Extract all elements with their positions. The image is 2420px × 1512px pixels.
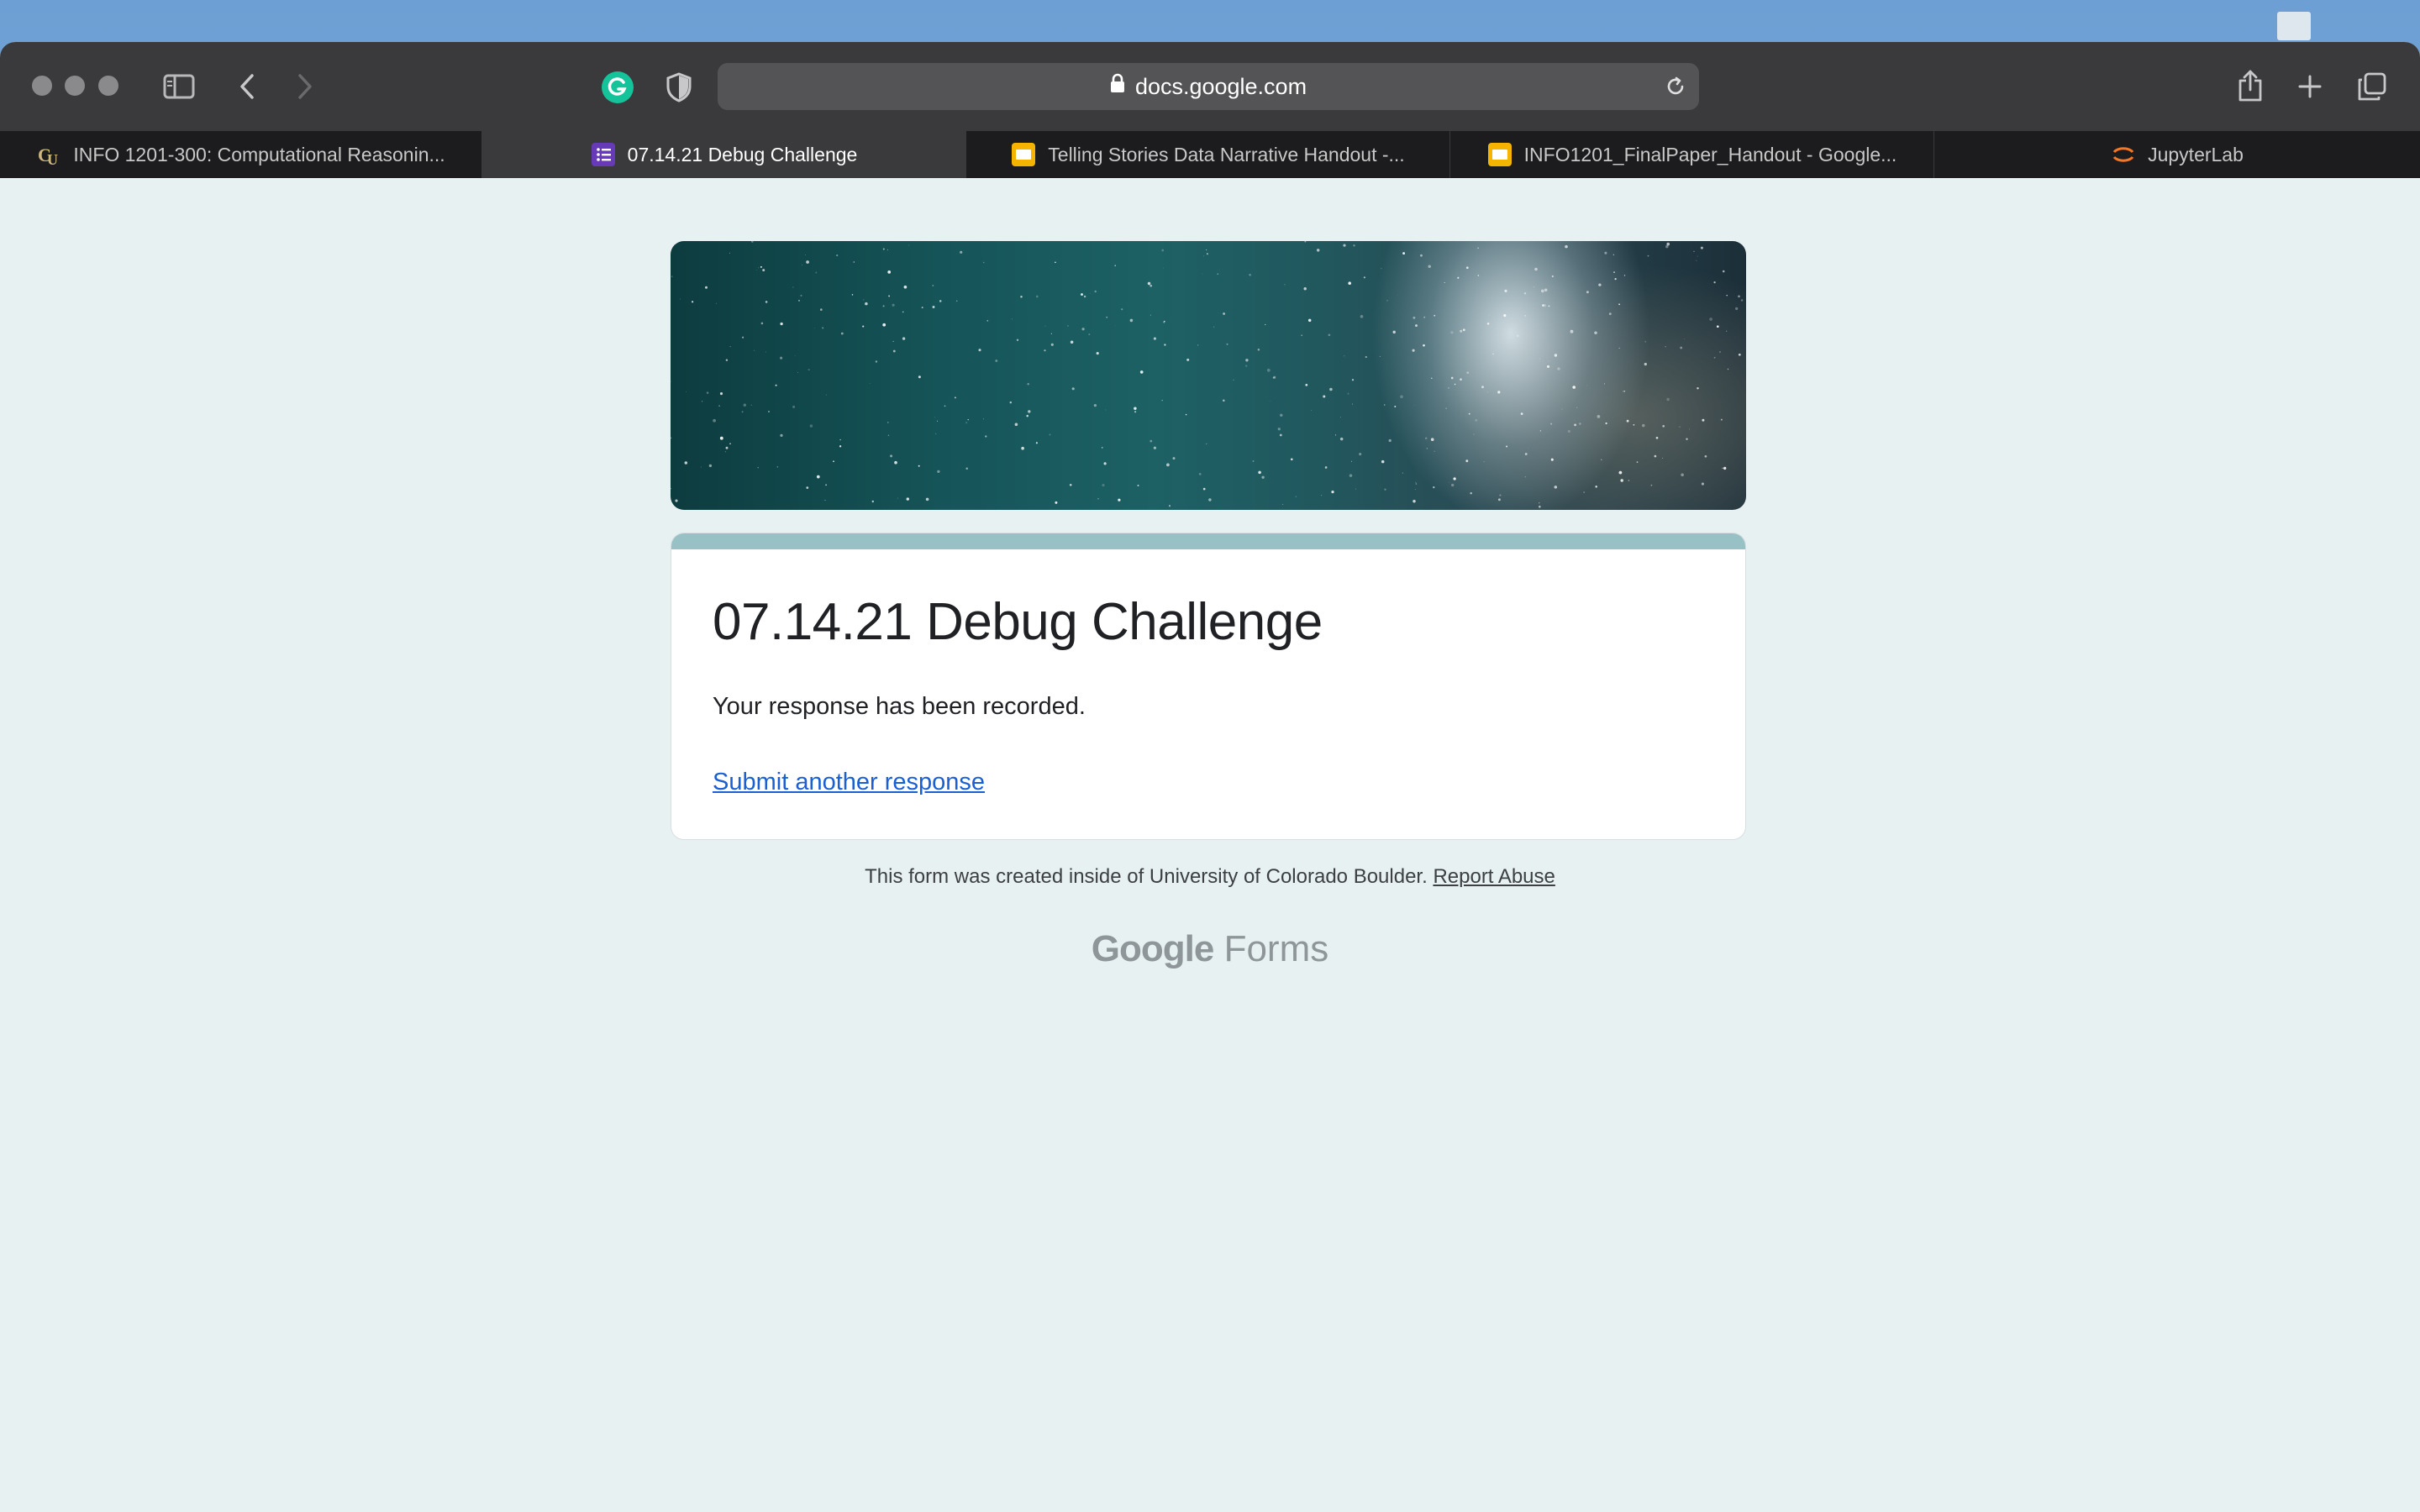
google-slides-icon [1487, 142, 1512, 167]
form-header-image [671, 241, 1746, 510]
tab-overview-icon[interactable] [2356, 71, 2388, 102]
tab-debug-challenge[interactable]: 07.14.21 Debug Challenge [482, 131, 966, 178]
tab-final-paper[interactable]: INFO1201_FinalPaper_Handout - Google... [1450, 131, 1934, 178]
cu-boulder-icon: CU [36, 142, 61, 168]
created-inside-text: This form was created inside of Universi… [865, 865, 1428, 888]
url-text: docs.google.com [1134, 74, 1307, 99]
google-forms-icon [591, 142, 616, 167]
forward-icon[interactable] [292, 71, 318, 102]
tab-bar: CU INFO 1201-300: Computational Reasonin… [0, 131, 2420, 179]
svg-text:U: U [47, 151, 58, 167]
browser-window: docs.google.com CU INFO 1201-300: Comput… [0, 42, 2420, 1512]
confirmation-card: 07.14.21 Debug Challenge Your response h… [671, 533, 1746, 840]
new-tab-icon[interactable] [2296, 72, 2324, 101]
tab-label: INFO 1201-300: Computational Reasonin... [73, 143, 445, 165]
google-slides-icon [1011, 142, 1036, 167]
desktop-background [0, 0, 2420, 45]
logo-google-text: Google [1091, 928, 1215, 969]
close-window-button[interactable] [32, 76, 52, 96]
tab-label: 07.14.21 Debug Challenge [627, 143, 858, 165]
desktop-document-icon[interactable] [2277, 12, 2311, 40]
back-icon[interactable] [234, 71, 260, 102]
submit-another-response-link[interactable]: Submit another response [713, 769, 985, 796]
logo-forms-text: Forms [1223, 928, 1329, 969]
lock-icon [1110, 62, 1125, 109]
tab-label: JupyterLab [2148, 143, 2244, 165]
share-icon[interactable] [2235, 67, 2265, 104]
report-abuse-link[interactable]: Report Abuse [1433, 865, 1555, 888]
browser-toolbar: docs.google.com [0, 42, 2420, 132]
tab-jupyterlab[interactable]: JupyterLab [1934, 131, 2420, 178]
form-title: 07.14.21 Debug Challenge [713, 593, 1323, 651]
tab-info-1201[interactable]: CU INFO 1201-300: Computational Reasonin… [0, 131, 482, 178]
tab-label: Telling Stories Data Narrative Handout -… [1048, 143, 1405, 165]
tab-label: INFO1201_FinalPaper_Handout - Google... [1523, 143, 1897, 165]
google-forms-logo[interactable]: Google Forms [0, 928, 2420, 970]
tab-telling-stories[interactable]: Telling Stories Data Narrative Handout -… [966, 131, 1450, 178]
form-footer: This form was created inside of Universi… [0, 865, 2420, 889]
minimize-window-button[interactable] [65, 76, 85, 96]
card-accent-bar [671, 533, 1745, 549]
page-content: 07.14.21 Debug Challenge Your response h… [0, 178, 2420, 1512]
jupyter-icon [2111, 142, 2136, 167]
grammarly-extension-icon[interactable] [600, 70, 635, 105]
address-bar[interactable]: docs.google.com [718, 63, 1699, 110]
reload-icon[interactable] [1664, 75, 1687, 98]
privacy-shield-icon[interactable] [664, 71, 694, 104]
confirmation-message: Your response has been recorded. [713, 693, 1086, 720]
sidebar-toggle-icon[interactable] [160, 71, 198, 102]
zoom-window-button[interactable] [98, 76, 118, 96]
